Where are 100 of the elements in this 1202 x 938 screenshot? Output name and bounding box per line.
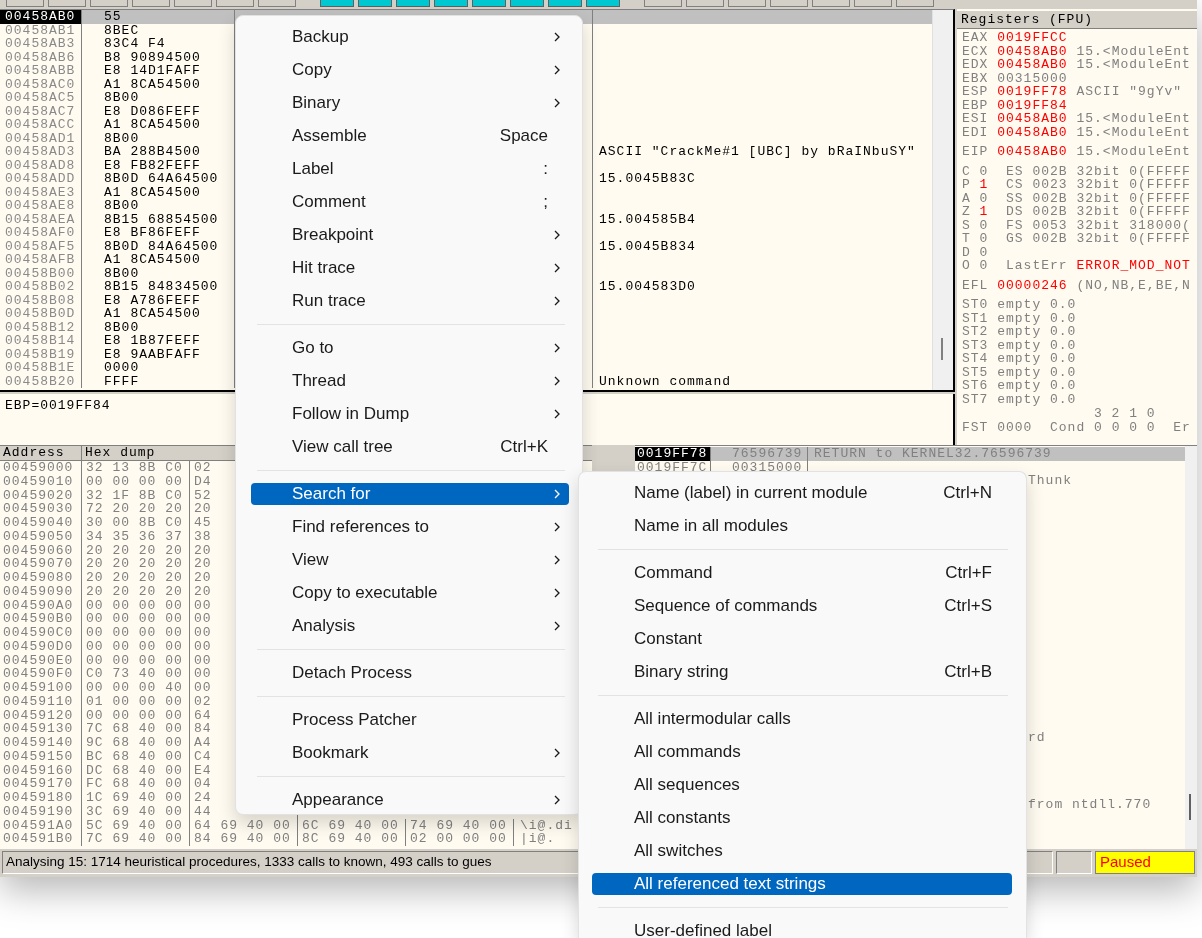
hex-bytes: 32 1F 8B C0 [82,488,190,503]
menu-item[interactable]: Copy [251,58,569,81]
toolbar-button[interactable] [320,0,354,7]
segment-info: SS 002B 32bit 0(FFFFF [1006,191,1191,205]
comment-cell-text: 15.0045B83C [598,172,697,186]
toolbar-button[interactable] [586,0,620,7]
address-cell: 00459160 [0,763,82,778]
address-cell: 00458B20 [0,374,82,388]
fpu-value: 0.0 [1050,311,1077,325]
toolbar-button[interactable] [728,0,766,7]
menu-item[interactable]: Backup [251,25,569,48]
chevron-icon [553,793,561,806]
menu-item[interactable]: Go to [251,336,569,359]
menu-item[interactable]: User-defined label [592,919,1012,938]
hex-bytes: 3C 69 40 00 [82,804,190,819]
toolbar-button[interactable] [174,0,212,7]
hex-bytes: FC 68 40 00 [82,777,190,791]
scrollbar[interactable] [932,10,953,390]
menu-item[interactable]: Breakpoint [251,223,569,246]
toolbar-button[interactable] [358,0,392,7]
menu-item[interactable]: All intermodular calls [592,707,1012,730]
flag-name: T [962,232,971,246]
comment-cell: rd [1028,730,1046,744]
menu-item[interactable]: Thread [251,369,569,392]
address-cell: 00459090 [0,584,82,599]
chevron-icon [553,228,561,241]
column-header[interactable]: Address [0,446,82,460]
toolbar-button[interactable] [854,0,892,7]
menu-item[interactable]: All constants [592,806,1012,829]
menu-item[interactable]: Assemble Space [251,124,569,147]
comment-cell: RETURN to KERNEL32.76596739 [808,447,1185,461]
flag-name: D [962,245,971,259]
menu-item[interactable]: Constant [592,627,1012,650]
toolbar-button[interactable] [434,0,468,7]
hex-bytes: 6C 69 40 00 [298,818,406,833]
menu-item[interactable]: View call tree Ctrl+K [251,435,569,458]
address-cell: 00458AE8 [0,199,82,213]
toolbar-button[interactable] [48,0,86,7]
fpu-register: ST3 [962,338,989,352]
address-cell: 00459150 [0,749,82,764]
menu-item[interactable]: Command Ctrl+F [592,561,1012,584]
toolbar-button[interactable] [6,0,44,7]
flag-value: 0 [979,218,989,232]
hex-bytes: 8C 69 40 00 [298,832,406,846]
menu-item[interactable]: All referenced text strings [592,872,1012,895]
fpu-value: 0.0 [1050,325,1077,339]
toolbar-button[interactable] [90,0,128,7]
hex-bytes: 30 00 8B C0 [82,516,190,530]
register-value: 0019FF78 [997,85,1068,99]
toolbar-button[interactable] [812,0,850,7]
address-cell: 00458AC7 [0,104,82,118]
fpu-register: ST2 [962,325,989,339]
scrollbar[interactable] [1185,446,1197,849]
toolbar-button[interactable] [216,0,254,7]
address-cell: 00458ACC [0,118,82,132]
toolbar-button[interactable] [258,0,296,7]
fpu-register: ST1 [962,311,989,325]
fpu-status-name: FST [962,420,989,434]
address-cell: 004590B0 [0,612,82,626]
toolbar-button[interactable] [896,0,934,7]
toolbar-button[interactable] [132,0,170,7]
menu-item[interactable]: Binary [251,91,569,114]
address-cell: 004590C0 [0,626,82,640]
menu-item[interactable]: Follow in Dump [251,402,569,425]
address-cell: 00459190 [0,804,82,819]
toolbar-button[interactable] [396,0,430,7]
address-cell: 00458B1E [0,361,82,375]
menu-item[interactable]: Hit trace [251,256,569,279]
menu-item[interactable]: All sequences [592,773,1012,796]
menu-item[interactable]: Run trace [251,289,569,312]
toolbar-button[interactable] [686,0,724,7]
hex-bytes: 20 20 20 20 [82,571,190,585]
menu-item[interactable]: Sequence of commands Ctrl+S [592,594,1012,617]
menu-item[interactable]: Name in all modules [592,514,1012,537]
chevron-icon [553,294,561,307]
menu-item[interactable]: Label : [251,157,569,180]
chevron-icon [553,586,561,599]
address-cell: 004591A0 [0,818,82,833]
toolbar-button[interactable] [644,0,682,7]
bit-numbers: 3 2 1 0 [1093,407,1156,421]
column-header[interactable]: Hex dump [82,446,156,460]
toolbar-button[interactable] [548,0,582,7]
info-text: EBP=0019FF84 [5,398,111,413]
toolbar-button[interactable] [510,0,544,7]
menu-item[interactable]: All commands [592,740,1012,763]
register-comment: 15.<ModuleEnt [1076,125,1191,139]
toolbar-button[interactable] [770,0,808,7]
toolbar-button[interactable] [472,0,506,7]
comment-cell: from ntdll.770 [1028,798,1152,812]
register-comment: ASCII "9gYv" [1076,85,1183,99]
scrollbar-thumb[interactable] [941,338,943,360]
menu-item[interactable]: Binary string Ctrl+B [592,660,1012,683]
menu-item[interactable]: Comment ; [251,190,569,213]
value-cell: 76596739 [711,447,808,461]
menu-item[interactable]: Search for [251,482,569,505]
address-cell: 00458ADD [0,172,82,186]
address-cell: 00459140 [0,736,82,750]
menu-item[interactable]: Name (label) in current module Ctrl+N [592,481,1012,504]
scrollbar-thumb[interactable] [1189,794,1191,820]
address-cell: 004590A0 [0,598,82,613]
